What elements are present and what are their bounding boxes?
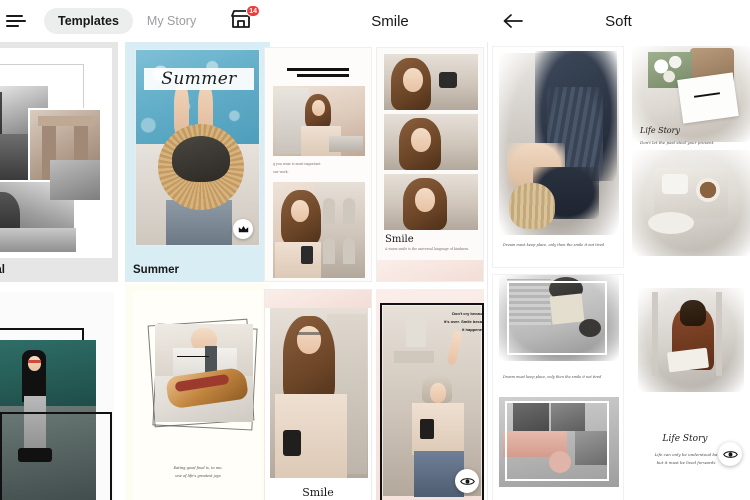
- template-card-smile-poster[interactable]: Don't cry becau it's over. Smile beca it…: [376, 289, 484, 500]
- street-style-artwork: [0, 284, 118, 500]
- poster-quote-line2: it's over. Smile beca: [443, 319, 482, 324]
- templates-grid[interactable]: Eternal Summer Summer: [0, 42, 487, 500]
- flowers-script-title: Life Story: [640, 126, 680, 135]
- flowers-script-sub: Don't let the past steal your present.: [640, 140, 715, 145]
- crown-glyph: [238, 225, 248, 232]
- template-card-eternal[interactable]: Eternal: [0, 42, 118, 282]
- template-card-street-style[interactable]: [0, 284, 118, 500]
- header-right-section: Soft: [487, 0, 750, 42]
- tab-templates[interactable]: Templates: [44, 8, 133, 34]
- store-icon[interactable]: 14: [228, 5, 260, 34]
- poster-quote-line3: it happene: [461, 327, 482, 332]
- smile-poster-artwork: Don't cry becau it's over. Smile beca it…: [376, 289, 484, 500]
- dream-knit-caption: Dream must keep place, only then the smi…: [503, 243, 604, 247]
- smile-triptych-artwork: Smile A warm smile is the universal lang…: [376, 47, 484, 282]
- coffee-title: Smile: [302, 486, 334, 499]
- template-card-good-food[interactable]: Eating good food is, to me, one of life'…: [125, 284, 270, 500]
- good-food-artwork: Eating good food is, to me, one of life'…: [133, 290, 262, 500]
- template-card-smile-triptych[interactable]: Smile A warm smile is the universal lang…: [376, 47, 484, 282]
- tab-my-story[interactable]: My Story: [135, 8, 208, 34]
- app-root: Templates My Story 14 Smile Soft l Summe…: [0, 0, 750, 500]
- life-story-reading-artwork: Life Story Life can only be understood b…: [628, 274, 750, 500]
- soft-card-dream-knit[interactable]: Dream must keep place, only then the smi…: [492, 46, 624, 268]
- summer-script-overlay: Summer: [161, 69, 237, 89]
- card-label-summer: Summer: [133, 264, 180, 276]
- eye-icon: [722, 450, 738, 458]
- coffee-smile-artwork: Smile Don't cry because it's over. Smile…: [264, 289, 372, 500]
- dream-sofa-artwork: Dream must keep place, only then the smi…: [492, 274, 624, 500]
- top-header: Templates My Story 14 Smile Soft: [0, 0, 750, 42]
- preview-eye-button-reading[interactable]: [718, 442, 742, 466]
- eternal-artwork: [0, 42, 118, 282]
- back-arrow-icon[interactable]: [493, 0, 533, 42]
- laptop-caption-line1: g you wear is most important: [273, 162, 321, 166]
- hamburger-icon[interactable]: [0, 0, 30, 42]
- food-caption-line1: Eating good food is, to me,: [173, 466, 223, 470]
- store-badge: 14: [246, 5, 260, 17]
- triptych-subtitle: A warm smile is the universal language o…: [385, 247, 470, 251]
- premium-crown-icon-summer: [233, 219, 253, 239]
- preview-eye-button-poster[interactable]: [455, 469, 479, 493]
- soft-pack-grid[interactable]: Dream must keep place, only then the smi…: [487, 42, 750, 500]
- eye-icon: [459, 477, 475, 485]
- soft-card-dream-sofa[interactable]: Dream must keep place, only then the smi…: [492, 274, 624, 500]
- soft-card-life-story-flowers[interactable]: Life Story Don't let the past steal your…: [628, 46, 750, 268]
- food-caption-line2: one of life's greatest joys: [175, 474, 221, 478]
- laptop-caption-line2: our work.: [273, 170, 289, 174]
- laptop-story-artwork: g you wear is most important our work.: [264, 47, 372, 282]
- summer-artwork: Summer: [135, 49, 260, 246]
- template-card-coffee-smile[interactable]: Smile Don't cry because it's over. Smile…: [264, 289, 372, 500]
- template-card-laptop-story[interactable]: g you wear is most important our work.: [264, 47, 372, 282]
- back-arrow-glyph: [503, 14, 523, 28]
- header-tabs: Templates My Story: [44, 8, 208, 34]
- poster-quote-line1: Don't cry becau: [452, 311, 482, 316]
- triptych-title: Smile: [385, 234, 414, 245]
- soft-card-life-story-reading[interactable]: Life Story Life can only be understood b…: [628, 274, 750, 500]
- life-story-flowers-artwork: Life Story Don't let the past steal your…: [628, 46, 750, 268]
- center-title: Smile: [371, 12, 409, 30]
- dream-knit-artwork: Dream must keep place, only then the smi…: [492, 46, 624, 268]
- dream-sofa-caption: Dream must keep place, only then the smi…: [503, 375, 602, 379]
- card-label-eternal: Eternal: [0, 264, 5, 276]
- template-card-summer[interactable]: Summer Summer: [125, 42, 270, 282]
